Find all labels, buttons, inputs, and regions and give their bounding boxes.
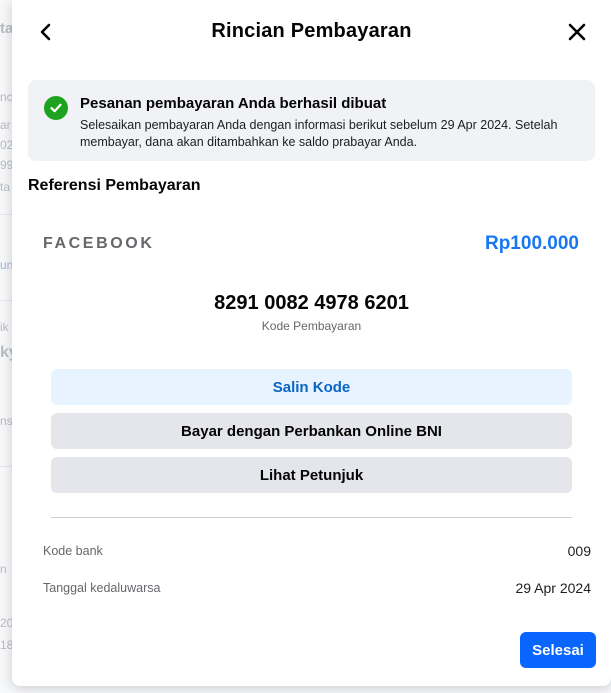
background-text: ik (0, 320, 9, 334)
expiry-date-value: 29 Apr 2024 (515, 580, 591, 596)
background-text: ky (0, 344, 12, 361)
done-button[interactable]: Selesai (520, 632, 596, 668)
background-text: 02 (0, 138, 12, 152)
background-divider (0, 466, 12, 467)
dialog-header: Rincian Pembayaran (12, 0, 611, 64)
background-text: 20 (0, 616, 12, 630)
background-divider (0, 300, 12, 301)
background-text: n (0, 562, 7, 576)
expiry-date-label: Tanggal kedaluwarsa (43, 581, 161, 595)
payment-code: 8291 0082 4978 6201 (214, 292, 409, 314)
copy-code-button[interactable]: Salin Kode (51, 369, 572, 405)
payment-details-dialog: Rincian Pembayaran Pesanan pembayaran An… (12, 0, 611, 686)
background-text: ta (0, 20, 12, 37)
background-text: ta (0, 180, 11, 194)
close-button[interactable] (563, 18, 591, 46)
background-text: ns (0, 414, 12, 428)
pay-online-banking-button[interactable]: Bayar dengan Perbankan Online BNI (51, 413, 572, 449)
close-icon (568, 23, 586, 41)
dialog-title: Rincian Pembayaran (211, 20, 412, 42)
payment-code-label: Kode Pembayaran (261, 319, 362, 333)
background-text: 18 (0, 638, 12, 652)
background-text: un (0, 258, 12, 272)
success-title: Pesanan pembayaran Anda berhasil dibuat (80, 95, 387, 112)
bank-code-value: 009 (567, 543, 591, 559)
success-description: Selesaikan pembayaran Anda dengan inform… (80, 118, 558, 149)
divider (51, 517, 572, 518)
background-divider (0, 214, 12, 215)
success-notice: Pesanan pembayaran Anda berhasil dibuat … (28, 80, 595, 161)
payment-amount: Rp100.000 (484, 233, 579, 254)
background-text: ar (0, 118, 11, 132)
view-instructions-button[interactable]: Lihat Petunjuk (51, 457, 572, 493)
section-title: Referensi Pembayaran (28, 177, 201, 194)
merchant-name: FACEBOOK (43, 235, 155, 252)
check-circle-icon (44, 96, 68, 120)
bank-code-label: Kode bank (43, 544, 103, 558)
background-text: nc (0, 90, 12, 104)
background-text: 99 (0, 158, 12, 172)
